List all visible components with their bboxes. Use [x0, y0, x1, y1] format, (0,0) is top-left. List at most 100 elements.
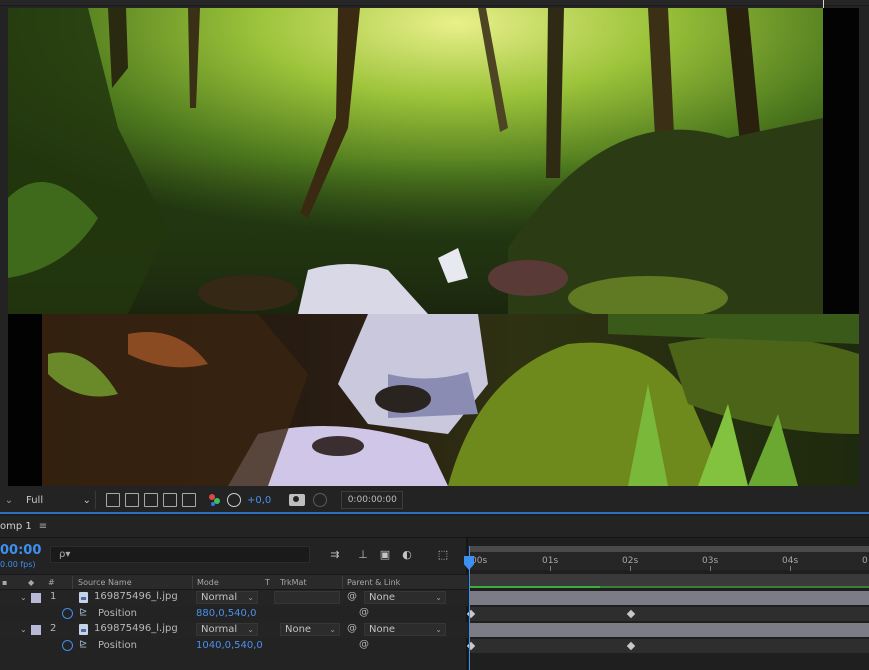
column-source-name[interactable]: Source Name [78, 578, 132, 587]
ruler-label-1: 01s [542, 556, 559, 566]
column-separator [72, 576, 73, 589]
time-navigator[interactable] [470, 546, 869, 552]
safe-area-icon[interactable] [163, 493, 177, 507]
render-cache-bar [600, 586, 869, 588]
viewer-toolbar: ⌄ Full ⌄ +0,0 0:00:00:00 [0, 488, 869, 514]
layer-parent-value: None [369, 592, 396, 603]
layer-trkmat-select[interactable]: None ⌄ [280, 623, 340, 636]
column-separator [192, 576, 193, 589]
layer-label-color[interactable] [31, 593, 41, 603]
transparency-grid-icon[interactable] [125, 493, 139, 507]
layer-parent-select[interactable]: None ⌄ [364, 591, 446, 604]
layer-row-1[interactable]: ⌄ 1 169875496_l.jpg Normal ⌄ @ None ⌄ [0, 590, 468, 606]
layer-label-color[interactable] [31, 625, 41, 635]
column-trkmat[interactable]: TrkMat [280, 578, 307, 587]
layer-2-duration-bar[interactable] [470, 623, 869, 637]
layer-name[interactable]: 169875496_l.jpg [94, 591, 178, 602]
chevron-down-icon: ⌄ [435, 593, 442, 602]
shy-icon[interactable]: ▣ [378, 549, 392, 561]
ruler-label-4: 04s [782, 556, 799, 566]
layer-2-image[interactable] [8, 314, 859, 486]
graph-icon[interactable]: ⊵ [79, 639, 87, 650]
twirl-open-icon[interactable]: ⌄ [20, 625, 27, 634]
layer-mode-select[interactable]: Normal ⌄ [196, 591, 258, 604]
tab-comp-1[interactable]: omp 1 [0, 521, 32, 532]
reset-exposure-icon[interactable] [227, 493, 241, 507]
layer-index: 2 [50, 623, 57, 634]
image-file-icon [79, 592, 88, 603]
ruler-label-3: 03s [702, 556, 719, 566]
stopwatch-icon[interactable] [62, 640, 73, 651]
current-time-display[interactable]: 00:00 [0, 543, 41, 558]
column-hash: # [48, 578, 55, 587]
layer-mode-value: Normal [201, 592, 238, 603]
chevron-down-icon[interactable]: ⌄ [0, 495, 18, 506]
column-separator [342, 576, 343, 589]
channel-rgb-icon[interactable] [208, 493, 222, 507]
column-t[interactable]: T [265, 578, 270, 587]
layer-mode-select[interactable]: Normal ⌄ [196, 623, 258, 636]
position-value[interactable]: 1040,0,540,0 [196, 640, 263, 651]
layer-1-duration-bar[interactable] [470, 591, 869, 605]
pickwhip-icon[interactable]: @ [347, 623, 357, 634]
after-effects-window: ⌄ Full ⌄ +0,0 0:00:00:00 omp 1 ≡ 00:00 0… [0, 0, 869, 670]
empty-canvas-right [823, 8, 859, 314]
layer-mode-value: Normal [201, 624, 238, 635]
fps-display: 0.00 fps) [0, 560, 36, 569]
chevron-down-icon: ⌄ [435, 625, 442, 634]
graph-icon[interactable]: ⊵ [79, 607, 87, 618]
ruler-label-5: 0 [862, 556, 868, 566]
region-of-interest-icon[interactable] [106, 493, 120, 507]
position-value[interactable]: 880,0,540,0 [196, 608, 256, 619]
exposure-value[interactable]: +0,0 [247, 495, 271, 506]
layer-trkmat-select[interactable] [274, 591, 340, 604]
ruler-tick [550, 566, 551, 571]
draft-3d-icon[interactable]: ⇉ [328, 549, 342, 561]
position-1-track [470, 607, 869, 621]
comp-flowchart-icon[interactable]: ⊥ [356, 549, 370, 561]
composition-viewer[interactable] [0, 0, 869, 488]
timeline-panel-header: omp 1 ≡ [0, 516, 869, 538]
layer-column-header: ▪ ◆ # Source Name Mode T TrkMat Parent &… [0, 574, 468, 590]
layer-parent-select[interactable]: None ⌄ [364, 623, 446, 636]
property-name: Position [98, 608, 137, 619]
ruler-tick [710, 566, 711, 571]
chevron-down-icon: ⌄ [82, 494, 91, 506]
chevron-down-icon: ⌄ [247, 593, 254, 602]
pickwhip-icon[interactable]: @ [359, 607, 369, 618]
property-name: Position [98, 640, 137, 651]
viewer-top-edge [0, 0, 869, 6]
chevron-down-icon: ⌄ [247, 625, 254, 634]
layer-index: 1 [50, 591, 57, 602]
pickwhip-icon[interactable]: @ [359, 639, 369, 650]
layer-parent-value: None [369, 624, 396, 635]
resolution-value: Full [26, 494, 44, 506]
empty-canvas-left [8, 314, 42, 486]
ruler-tick [790, 566, 791, 571]
resolution-select[interactable]: Full ⌄ [22, 491, 96, 509]
property-row-position-2[interactable]: ⊵ Position 1040,0,540,0 @ [0, 638, 468, 654]
graph-editor-icon[interactable]: ⬚ [436, 549, 450, 561]
viewer-marker [823, 0, 824, 8]
viewer-timecode[interactable]: 0:00:00:00 [341, 491, 404, 509]
camera-icon[interactable] [289, 494, 306, 506]
column-mode[interactable]: Mode [197, 578, 219, 587]
3d-view-icon[interactable] [182, 493, 196, 507]
mask-toggle-icon[interactable] [144, 493, 158, 507]
property-row-position-1[interactable]: ⊵ Position 880,0,540,0 @ [0, 606, 468, 622]
column-parent-link[interactable]: Parent & Link [347, 578, 400, 587]
frame-blend-icon[interactable]: ◐ [400, 549, 414, 561]
panel-menu-icon[interactable]: ≡ [39, 521, 47, 532]
lock-column-icon: ▪ [2, 578, 8, 587]
stopwatch-icon[interactable] [62, 608, 73, 619]
position-2-track [470, 639, 869, 653]
layer-search-input[interactable]: ρ▾ [50, 546, 310, 563]
twirl-open-icon[interactable]: ⌄ [20, 593, 27, 602]
chevron-down-icon: ⌄ [329, 625, 336, 634]
layer-row-2[interactable]: ⌄ 2 169875496_l.jpg Normal ⌄ None ⌄ @ No… [0, 622, 468, 638]
pickwhip-icon[interactable]: @ [347, 591, 357, 602]
layer-1-image[interactable] [8, 8, 823, 314]
label-column-icon: ◆ [28, 578, 35, 587]
color-view-icon[interactable] [313, 493, 328, 507]
layer-name[interactable]: 169875496_l.jpg [94, 623, 178, 634]
